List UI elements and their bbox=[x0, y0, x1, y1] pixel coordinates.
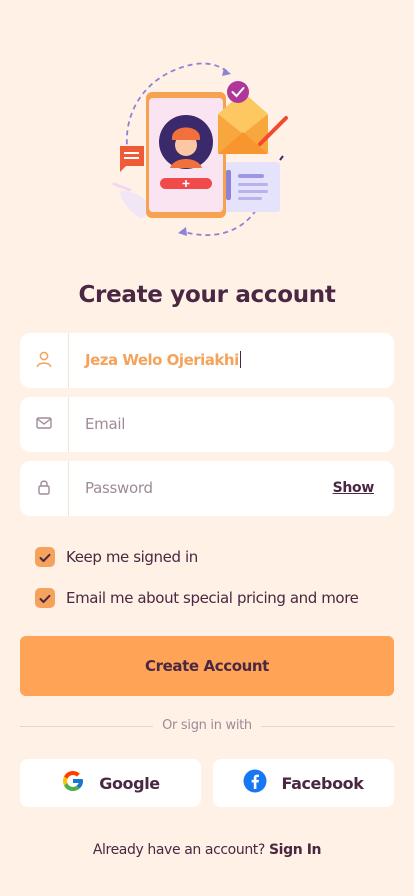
google-icon bbox=[61, 769, 85, 797]
google-label: Google bbox=[99, 773, 160, 793]
facebook-icon bbox=[243, 769, 267, 797]
facebook-sign-in-button[interactable]: Facebook bbox=[213, 759, 394, 807]
user-icon-cell bbox=[20, 333, 69, 388]
check-icon bbox=[39, 589, 51, 608]
email-pricing-checkbox[interactable] bbox=[35, 588, 55, 608]
lock-icon bbox=[35, 478, 53, 500]
password-input[interactable]: Password bbox=[85, 461, 153, 516]
sign-in-prompt: Already have an account? Sign In bbox=[0, 842, 414, 858]
show-password-toggle[interactable]: Show bbox=[333, 461, 375, 516]
create-account-button[interactable]: Create Account bbox=[20, 636, 394, 696]
name-value: Jeza Welo Ojeriakhi bbox=[85, 351, 239, 369]
lock-icon-cell bbox=[20, 461, 69, 516]
signup-illustration bbox=[100, 52, 314, 248]
check-icon bbox=[39, 548, 51, 567]
text-caret bbox=[239, 351, 241, 368]
page-title: Create your account bbox=[78, 282, 336, 308]
mail-icon-cell bbox=[20, 397, 69, 452]
password-field[interactable]: Password Show bbox=[20, 461, 394, 516]
keep-signed-in-option[interactable]: Keep me signed in bbox=[35, 546, 198, 568]
keep-signed-in-checkbox[interactable] bbox=[35, 547, 55, 567]
divider-right bbox=[261, 726, 394, 727]
facebook-label: Facebook bbox=[281, 773, 364, 793]
name-field[interactable]: Jeza Welo Ojeriakhi bbox=[20, 333, 394, 388]
email-pricing-option[interactable]: Email me about special pricing and more bbox=[35, 587, 359, 609]
keep-signed-in-label: Keep me signed in bbox=[66, 548, 198, 566]
sign-in-link[interactable]: Sign In bbox=[269, 842, 322, 858]
mail-icon bbox=[35, 415, 53, 435]
email-field[interactable]: Email bbox=[20, 397, 394, 452]
email-input[interactable]: Email bbox=[85, 397, 125, 452]
name-input[interactable]: Jeza Welo Ojeriakhi bbox=[85, 333, 241, 388]
user-icon bbox=[35, 350, 53, 372]
sign-in-prompt-text: Already have an account? bbox=[92, 842, 265, 858]
email-pricing-label: Email me about special pricing and more bbox=[66, 589, 359, 607]
google-sign-in-button[interactable]: Google bbox=[20, 759, 201, 807]
